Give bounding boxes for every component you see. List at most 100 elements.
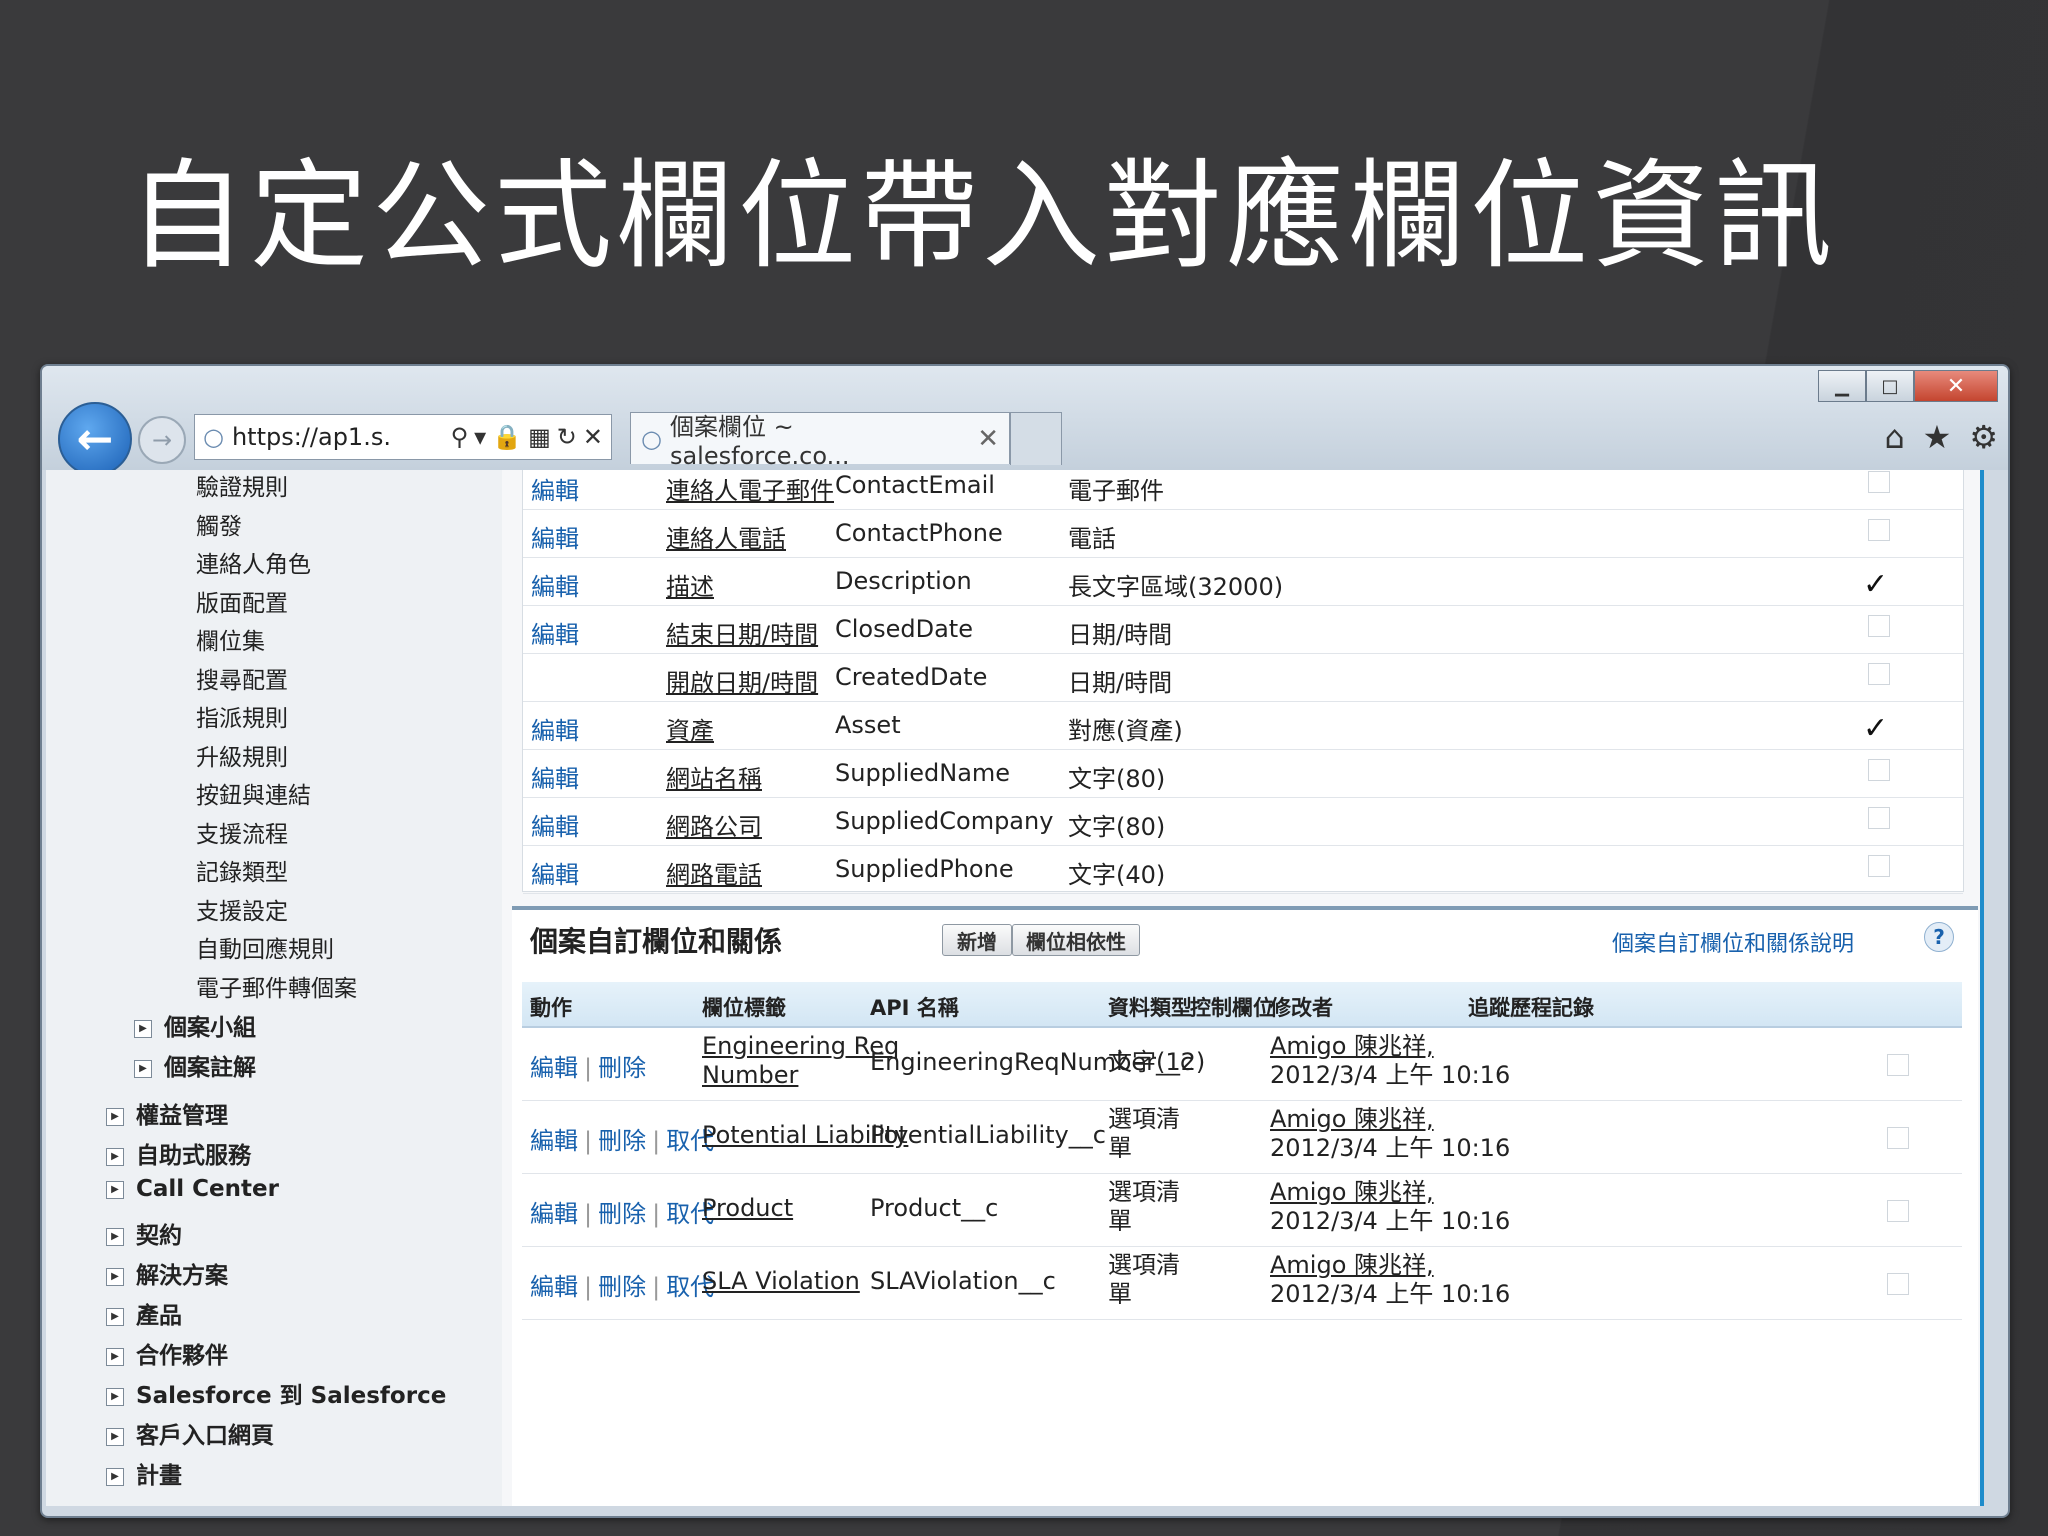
sidebar-item[interactable]: 支援流程 [196, 815, 288, 849]
sidebar-group-item[interactable]: ▶ 個案註解 [134, 1048, 256, 1082]
maximize-button[interactable]: □ [1866, 370, 1914, 402]
sidebar-section[interactable]: ▶ Call Center [106, 1176, 279, 1202]
field-label-link[interactable]: 網路公司 [666, 807, 762, 842]
tab-close-icon[interactable]: ✕ [977, 424, 999, 454]
sidebar-item[interactable]: 連絡人角色 [196, 545, 311, 579]
close-window-button[interactable]: ✕ [1914, 370, 1998, 402]
field-label-link[interactable]: 開啟日期/時間 [666, 663, 818, 698]
edit-link[interactable]: 編輯 [530, 1054, 578, 1082]
new-field-button[interactable]: 新增 [942, 924, 1012, 956]
search-icon[interactable]: ⚲ [451, 423, 469, 451]
column-header[interactable]: API 名稱 [870, 992, 959, 1022]
sidebar-section[interactable]: ▶ 自助式服務 [106, 1136, 251, 1170]
sidebar-item[interactable]: 記錄類型 [196, 853, 288, 887]
expand-icon[interactable]: ▶ [106, 1347, 124, 1366]
edit-link[interactable]: 編輯 [531, 477, 579, 505]
row-actions: 編輯 | 刪除 | 取代 [530, 1194, 714, 1229]
field-label-link[interactable]: 網站名稱 [666, 759, 762, 794]
sidebar-section[interactable]: ▶ 解決方案 [106, 1256, 228, 1290]
delete-link[interactable]: 刪除 [598, 1127, 646, 1155]
modified-by-user-link[interactable]: Amigo 陳兆祥, [1270, 1032, 1434, 1060]
field-label-link[interactable]: 資產 [666, 711, 714, 746]
sidebar-section[interactable]: ▶ 契約 [106, 1216, 182, 1250]
browser-tab[interactable]: ○ 個案欄位 ~ salesforce.co... ✕ [630, 412, 1010, 470]
forward-arrow-icon[interactable]: → [138, 416, 186, 464]
edit-link[interactable]: 編輯 [531, 525, 579, 553]
sidebar-item[interactable]: 觸發 [196, 507, 242, 541]
sidebar-section[interactable]: ▶ Salesforce 到 Salesforce [106, 1376, 446, 1410]
expand-icon[interactable]: ▶ [106, 1427, 124, 1446]
expand-icon[interactable]: ▶ [134, 1019, 152, 1038]
expand-icon[interactable]: ▶ [106, 1180, 124, 1199]
sidebar-item[interactable]: 支援設定 [196, 892, 288, 926]
sidebar-section[interactable]: ▶ 計畫 [106, 1456, 182, 1490]
sidebar-section[interactable]: ▶ 權益管理 [106, 1096, 228, 1130]
field-label-link[interactable]: 描述 [666, 567, 714, 602]
expand-icon[interactable]: ▶ [106, 1107, 124, 1126]
sidebar-section[interactable]: ▶ 客戶入口網頁 [106, 1416, 274, 1450]
sidebar-group-item[interactable]: ▶ 個案小組 [134, 1008, 256, 1042]
modified-by-user-link[interactable]: Amigo 陳兆祥, [1270, 1105, 1434, 1133]
sidebar-item[interactable]: 升級規則 [196, 738, 288, 772]
expand-icon[interactable]: ▶ [134, 1059, 152, 1078]
data-type: 選項清單 [1108, 1178, 1180, 1236]
sidebar-item[interactable]: 欄位集 [196, 622, 265, 656]
sidebar-item[interactable]: 搜尋配置 [196, 661, 288, 695]
delete-link[interactable]: 刪除 [598, 1200, 646, 1228]
field-label-link[interactable]: 結束日期/時間 [666, 615, 818, 650]
sidebar-section[interactable]: ▶ 合作夥伴 [106, 1336, 228, 1370]
sidebar-item[interactable]: 驗證規則 [196, 470, 288, 502]
expand-icon[interactable]: ▶ [106, 1267, 124, 1286]
column-header[interactable]: 動作 [530, 992, 572, 1022]
favorites-star-icon[interactable]: ★ [1923, 418, 1952, 456]
edit-link[interactable]: 編輯 [530, 1200, 578, 1228]
data-type-line: 選項清 [1108, 1251, 1180, 1279]
home-icon[interactable]: ⌂ [1884, 418, 1904, 456]
compat-view-icon[interactable]: ▦ [528, 423, 551, 451]
help-link[interactable]: 個案自訂欄位和關係說明 [1612, 926, 1854, 958]
sidebar-item[interactable]: 自動回應規則 [196, 930, 334, 964]
address-bar[interactable]: ○ https://ap1.s. ⚲ ▾ 🔒 ▦ ↻ ✕ [194, 414, 612, 460]
field-dependencies-button[interactable]: 欄位相依性 [1012, 924, 1140, 956]
sidebar-item[interactable]: 按鈕與連結 [196, 776, 311, 810]
help-icon[interactable]: ? [1924, 922, 1954, 952]
edit-link[interactable]: 編輯 [531, 573, 579, 601]
expand-icon[interactable]: ▶ [106, 1467, 124, 1486]
edit-link[interactable]: 編輯 [531, 765, 579, 793]
field-label-link[interactable]: 網路電話 [666, 855, 762, 890]
edit-link[interactable]: 編輯 [531, 717, 579, 745]
delete-link[interactable]: 刪除 [598, 1273, 646, 1301]
back-arrow-icon[interactable]: ← [58, 402, 132, 476]
column-header[interactable]: 修改者 [1270, 992, 1333, 1022]
lock-icon[interactable]: 🔒 [492, 423, 522, 451]
edit-link[interactable]: 編輯 [530, 1273, 578, 1301]
new-tab-button[interactable] [1010, 412, 1062, 465]
delete-link[interactable]: 刪除 [598, 1054, 646, 1082]
field-label-link[interactable]: SLA Violation [702, 1267, 860, 1296]
column-header[interactable]: 欄位標籤 [702, 992, 786, 1022]
sidebar-section[interactable]: ▶ 產品 [106, 1296, 182, 1330]
dropdown-icon[interactable]: ▾ [474, 423, 486, 451]
gear-icon[interactable]: ⚙ [1969, 418, 1998, 456]
modified-by-user-link[interactable]: Amigo 陳兆祥, [1270, 1251, 1434, 1279]
field-label-link[interactable]: 連絡人電話 [666, 519, 786, 554]
field-label-link[interactable]: Product [702, 1194, 793, 1223]
expand-icon[interactable]: ▶ [106, 1147, 124, 1166]
expand-icon[interactable]: ▶ [106, 1227, 124, 1246]
sidebar-item[interactable]: 電子郵件轉個案 [196, 969, 357, 1003]
minimize-button[interactable]: ▁ [1818, 370, 1866, 402]
history-checkbox [1868, 519, 1890, 541]
edit-link[interactable]: 編輯 [531, 861, 579, 889]
sidebar-item[interactable]: 指派規則 [196, 699, 288, 733]
stop-icon[interactable]: ✕ [583, 423, 603, 451]
edit-link[interactable]: 編輯 [531, 813, 579, 841]
edit-link[interactable]: 編輯 [531, 621, 579, 649]
refresh-icon[interactable]: ↻ [557, 423, 577, 451]
expand-icon[interactable]: ▶ [106, 1387, 124, 1406]
edit-link[interactable]: 編輯 [530, 1127, 578, 1155]
expand-icon[interactable]: ▶ [106, 1307, 124, 1326]
modified-by-user-link[interactable]: Amigo 陳兆祥, [1270, 1178, 1434, 1206]
field-label-link[interactable]: 連絡人電子郵件 [666, 471, 834, 506]
sidebar-item[interactable]: 版面配置 [196, 584, 288, 618]
slide-title: 自定公式欄位帶入對應欄位資訊 [128, 147, 1837, 285]
